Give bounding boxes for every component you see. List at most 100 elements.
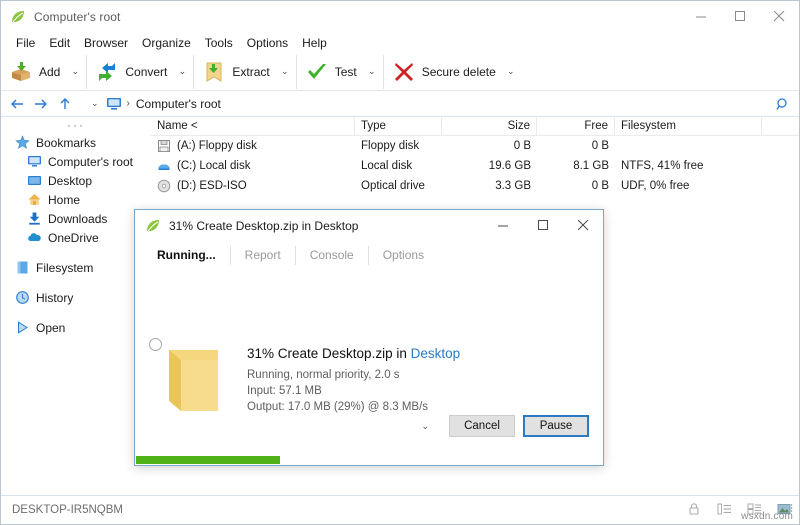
dialog-heading-destination[interactable]: Desktop <box>411 346 461 361</box>
sidebar-item-computers-root[interactable]: Computer's root <box>1 152 151 171</box>
menu-item-organize[interactable]: Organize <box>135 34 198 52</box>
minimize-icon[interactable] <box>483 210 523 241</box>
file-filesystem-cell: NTFS, 41% free <box>615 156 762 176</box>
menu-item-file[interactable]: File <box>9 34 42 52</box>
sidebar-item-history[interactable]: History <box>1 288 151 307</box>
menu-item-help[interactable]: Help <box>295 34 334 52</box>
menu-item-tools[interactable]: Tools <box>198 34 240 52</box>
sidebar-item-home[interactable]: Home <box>1 190 151 209</box>
file-filesystem-cell: UDF, 0% free <box>615 176 762 196</box>
dialog-input-line: Input: 57.1 MB <box>247 383 460 399</box>
toolbar-secure-delete-group[interactable]: Secure delete ⌄ <box>384 55 522 89</box>
forward-arrow-icon[interactable] <box>29 92 53 116</box>
chevron-down-icon[interactable]: ⌄ <box>365 66 379 77</box>
column-header-size[interactable]: Size <box>442 117 537 136</box>
progress-bar-fill <box>136 456 280 464</box>
menu-item-edit[interactable]: Edit <box>42 34 77 52</box>
toolbar-test-group[interactable]: Test ⌄ <box>297 55 384 89</box>
folder-icon <box>165 348 222 413</box>
file-type-cell: Optical drive <box>355 176 442 196</box>
convert-arrows-icon <box>95 60 119 84</box>
sidebar-item-label: Computer's root <box>48 155 133 169</box>
sidebar-item-label: OneDrive <box>48 231 99 245</box>
chevron-down-icon[interactable]: ⌄ <box>504 66 518 77</box>
column-header-filesystem[interactable]: Filesystem <box>615 117 762 136</box>
toolbar-add-label: Add <box>39 65 60 79</box>
menu-item-browser[interactable]: Browser <box>77 34 135 52</box>
cancel-button[interactable]: Cancel <box>449 415 515 437</box>
file-name-text: (D:) ESD-ISO <box>177 176 247 196</box>
toolbar-convert-label: Convert <box>125 65 167 79</box>
column-header-free[interactable]: Free <box>537 117 615 136</box>
toolbar-secure-delete-label: Secure delete <box>422 65 496 79</box>
column-header-type[interactable]: Type <box>355 117 442 136</box>
download-icon <box>27 211 42 226</box>
up-arrow-icon[interactable] <box>53 92 77 116</box>
menu-bar: File Edit Browser Organize Tools Options… <box>1 32 799 53</box>
cloud-icon <box>27 230 42 245</box>
address-dropdown-caret[interactable]: ⌄ <box>87 98 103 109</box>
file-name-cell: (C:) Local disk <box>151 156 355 176</box>
toolbar-add-group[interactable]: Add ⌄ <box>1 55 87 89</box>
list-view-icon[interactable] <box>717 502 733 518</box>
tab-running[interactable]: Running... <box>143 246 231 265</box>
tab-report[interactable]: Report <box>231 246 296 265</box>
sidebar-spacer <box>1 277 151 288</box>
add-box-icon <box>9 60 33 84</box>
chevron-down-icon[interactable]: ⌄ <box>175 66 189 77</box>
sidebar-item-label: Bookmarks <box>36 136 96 150</box>
pause-button[interactable]: Pause <box>523 415 589 437</box>
tab-console[interactable]: Console <box>296 246 369 265</box>
file-size-cell: 19.6 GB <box>442 156 537 176</box>
toolbar-test-label: Test <box>335 65 357 79</box>
close-icon[interactable] <box>760 1 799 32</box>
table-row[interactable]: (C:) Local disk Local disk 19.6 GB 8.1 G… <box>151 156 799 176</box>
dialog-footer: ⌄ Cancel Pause <box>135 408 603 444</box>
toolbar-extract-group[interactable]: Extract ⌄ <box>194 55 296 89</box>
column-header-name[interactable]: Name < <box>151 117 355 136</box>
column-header-pad <box>762 117 799 136</box>
file-pad-cell <box>762 136 799 156</box>
back-arrow-icon[interactable] <box>5 92 29 116</box>
monitor-icon <box>27 154 42 169</box>
sidebar: ··· Bookmarks Computer's root <box>1 117 151 495</box>
sidebar-item-filesystem[interactable]: Filesystem <box>1 258 151 277</box>
chevron-down-icon[interactable]: ⌄ <box>421 421 441 432</box>
file-name-cell: (D:) ESD-ISO <box>151 176 355 196</box>
search-icon[interactable] <box>771 93 793 115</box>
clock-icon <box>15 290 30 305</box>
harddisk-icon <box>157 159 171 173</box>
maximize-icon[interactable] <box>523 210 563 241</box>
dialog-heading: 31% Create Desktop.zip in Desktop <box>247 345 460 363</box>
sidebar-item-open[interactable]: Open <box>1 318 151 337</box>
monitor-icon[interactable] <box>105 95 123 113</box>
sidebar-item-onedrive[interactable]: OneDrive <box>1 228 151 247</box>
sidebar-item-bookmarks[interactable]: Bookmarks <box>1 133 151 152</box>
sidebar-item-desktop[interactable]: Desktop <box>1 171 151 190</box>
sidebar-spacer <box>1 247 151 258</box>
dialog-status-line: Running, normal priority, 2.0 s <box>247 367 460 383</box>
chevron-down-icon[interactable]: ⌄ <box>68 66 82 77</box>
sidebar-overflow-dots[interactable]: ··· <box>1 117 151 133</box>
table-row[interactable]: (D:) ESD-ISO Optical drive 3.3 GB 0 B UD… <box>151 176 799 196</box>
lock-icon[interactable] <box>687 502 703 518</box>
tab-options[interactable]: Options <box>369 246 438 265</box>
sidebar-item-downloads[interactable]: Downloads <box>1 209 151 228</box>
desktop-icon <box>27 173 42 188</box>
peazip-leaf-icon <box>145 218 161 234</box>
play-icon <box>15 320 30 335</box>
menu-item-options[interactable]: Options <box>240 34 295 52</box>
dialog-info: 31% Create Desktop.zip in Desktop Runnin… <box>247 345 460 415</box>
window-title: Computer's root <box>34 10 121 24</box>
file-size-cell: 0 B <box>442 136 537 156</box>
close-icon[interactable] <box>563 210 603 241</box>
dialog-title: 31% Create Desktop.zip in Desktop <box>169 219 358 233</box>
chevron-down-icon[interactable]: ⌄ <box>278 66 292 77</box>
table-row[interactable]: (A:) Floppy disk Floppy disk 0 B 0 B <box>151 136 799 156</box>
toolbar-convert-group[interactable]: Convert ⌄ <box>87 55 194 89</box>
breadcrumb-separator: › <box>125 98 136 109</box>
secure-delete-x-icon <box>392 60 416 84</box>
breadcrumb-path[interactable]: Computer's root <box>136 97 221 111</box>
maximize-icon[interactable] <box>721 1 760 32</box>
minimize-icon[interactable] <box>682 1 721 32</box>
